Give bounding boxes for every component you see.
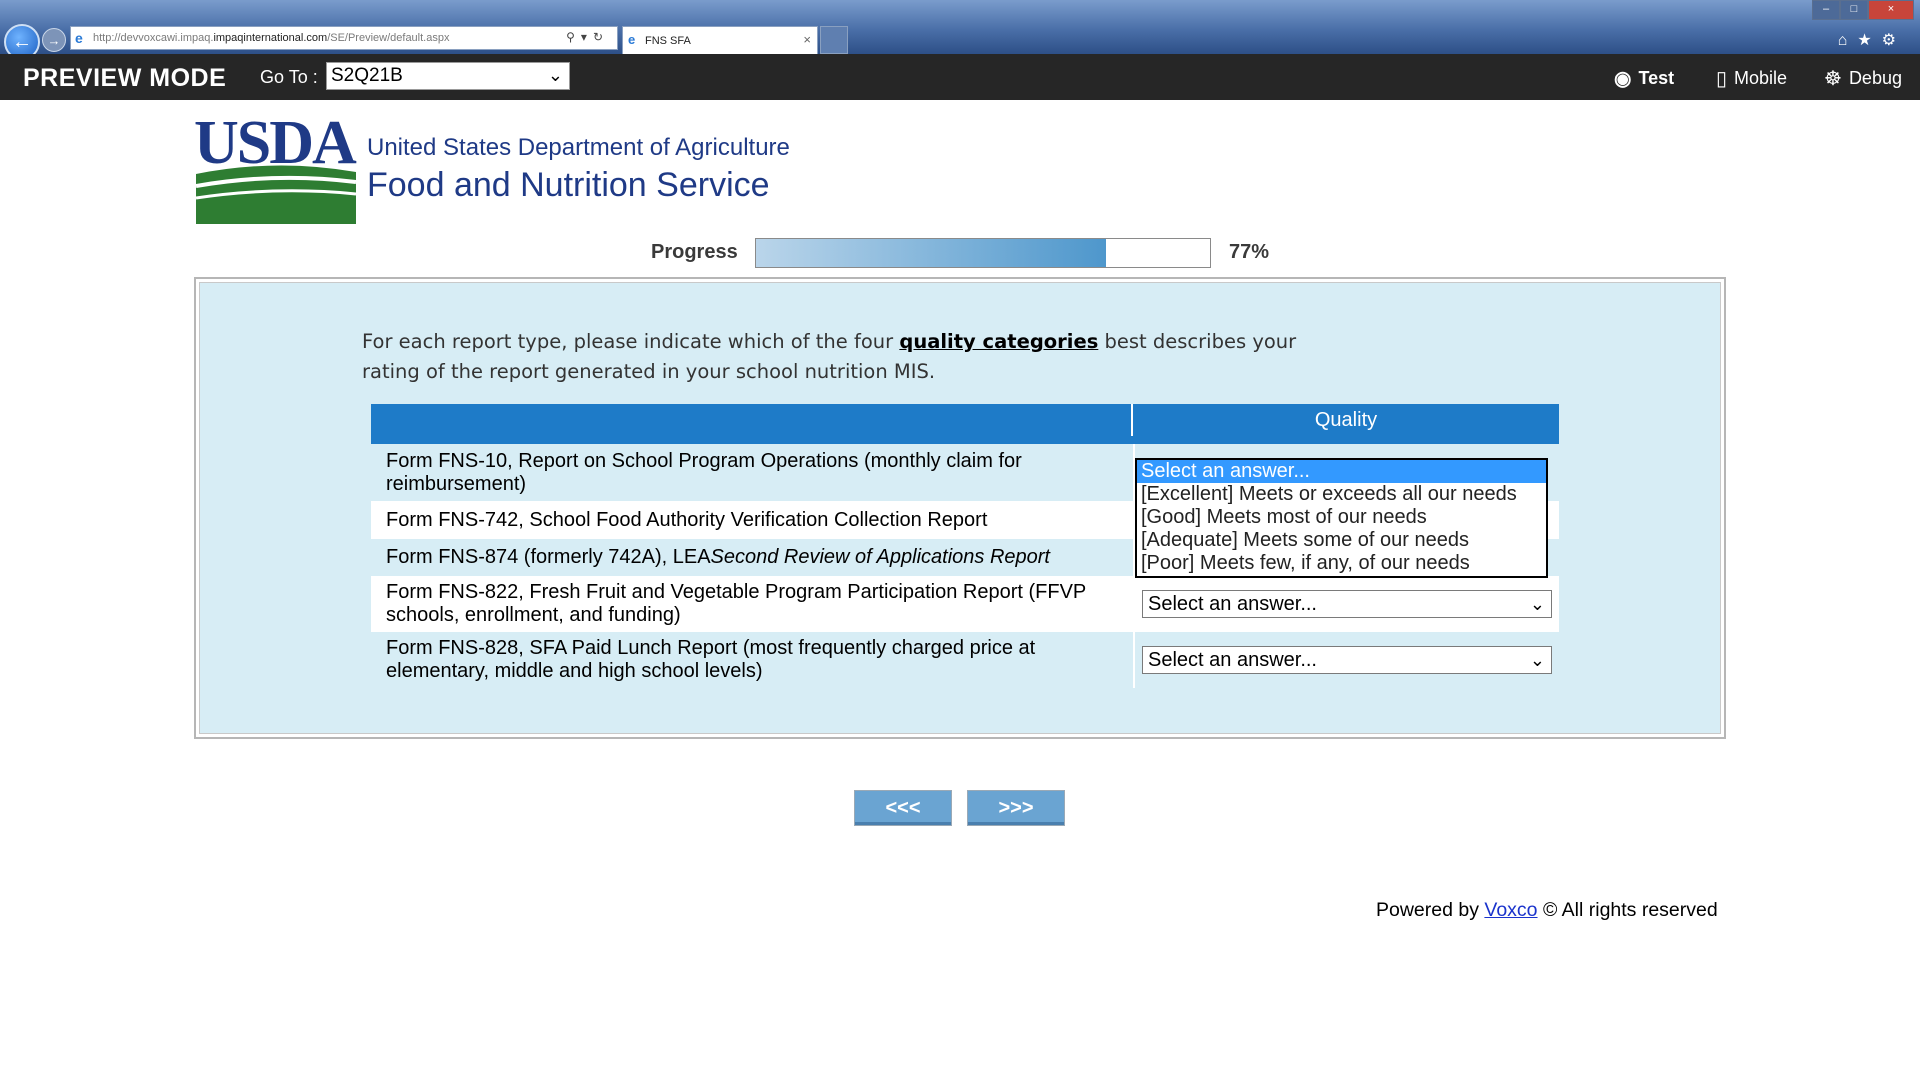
star-icon[interactable]: ★ — [1857, 32, 1881, 49]
quality-categories-link[interactable]: quality categories — [899, 330, 1098, 353]
rights-text: © All rights reserved — [1537, 899, 1718, 921]
url-prefix: http://devvoxcawi.impaq. — [93, 32, 214, 44]
goto-label: Go To : — [260, 67, 318, 87]
browser-toolbar-icons: ⌂★⚙ — [1838, 30, 1906, 50]
new-tab-button[interactable] — [820, 26, 848, 54]
next-button[interactable]: >>> — [967, 790, 1065, 826]
row-label: Form FNS-10, Report on School Program Op… — [371, 444, 1135, 501]
dropdown-option[interactable]: Select an answer... — [1137, 460, 1546, 483]
test-label: Test — [1638, 68, 1675, 88]
arrow-right-icon: → — [47, 32, 61, 48]
preview-toolbar: PREVIEW MODE Go To : S2Q21B ⌄ ◉ Test ▯ M… — [0, 54, 1920, 100]
eye-icon: ◉ — [1614, 68, 1632, 90]
progress-fill — [756, 239, 1106, 267]
home-icon[interactable]: ⌂ — [1838, 32, 1858, 49]
url-path: /SE/Preview/default.aspx — [327, 32, 450, 44]
progress-bar — [755, 238, 1211, 268]
progress-percent: 77% — [1229, 241, 1270, 263]
question-text-before: For each report type, please indicate wh… — [362, 330, 900, 353]
answer-select-fns-822[interactable]: Select an answer... ⌄ — [1142, 590, 1552, 618]
row-label-italic: Second Review of Applications Report — [710, 546, 1050, 568]
goto-value: S2Q21B — [331, 65, 403, 86]
forward-button[interactable]: → — [42, 28, 66, 52]
maximize-button[interactable]: □ — [1840, 0, 1868, 20]
voxco-link[interactable]: Voxco — [1484, 899, 1537, 921]
answer-select-value: Select an answer... — [1148, 649, 1317, 671]
debug-button[interactable]: ☸ Debug — [1824, 66, 1902, 91]
dropdown-option[interactable]: [Excellent] Meets or exceeds all our nee… — [1137, 483, 1546, 506]
mobile-label: Mobile — [1734, 68, 1788, 88]
usda-logo: USDA — [194, 109, 358, 226]
footer: Powered by Voxco © All rights reserved — [1376, 899, 1718, 922]
previous-button[interactable]: <<< — [854, 790, 952, 826]
gear-icon[interactable]: ⚙ — [1882, 32, 1906, 49]
grid-header-blank — [371, 404, 1133, 436]
row-label-prefix: Form FNS-874 (formerly 742A), LEA — [386, 546, 711, 568]
progress-label: Progress — [651, 241, 738, 263]
answer-select-value: Select an answer... — [1148, 593, 1317, 615]
table-row: Form FNS-828, SFA Paid Lunch Report (mos… — [371, 632, 1559, 688]
close-icon[interactable]: × — [803, 32, 811, 47]
row-label: Form FNS-874 (formerly 742A), LEA Second… — [371, 539, 1135, 576]
agency-name: United States Department of Agriculture — [367, 134, 790, 161]
chevron-down-icon: ⌄ — [1529, 650, 1545, 670]
goto-select[interactable]: S2Q21B ⌄ — [326, 62, 570, 90]
minimize-button[interactable]: – — [1812, 0, 1840, 20]
url-domain: impaqinternational.com — [213, 32, 328, 44]
ie-icon: e — [75, 30, 83, 46]
debug-label: Debug — [1848, 68, 1902, 88]
browser-chrome: ← → e http://devvoxcawi.impaq. impaqinter… — [0, 0, 1920, 60]
window-controls: – □ × — [1812, 0, 1914, 20]
row-label: Form FNS-742, School Food Authority Veri… — [371, 501, 1135, 539]
service-name: Food and Nutrition Service — [367, 166, 770, 204]
tab-title: FNS SFA — [645, 34, 691, 47]
chevron-down-icon: ⌄ — [547, 65, 563, 85]
row-answer-cell: Select an answer... ⌄ — [1135, 632, 1559, 688]
powered-by-text: Powered by — [1376, 899, 1485, 921]
answer-select-fns-828[interactable]: Select an answer... ⌄ — [1142, 646, 1552, 674]
mobile-button[interactable]: ▯ Mobile — [1716, 66, 1787, 91]
close-window-button[interactable]: × — [1868, 0, 1914, 20]
test-button[interactable]: ◉ Test — [1614, 66, 1674, 91]
browser-tab[interactable]: e FNS SFA × — [622, 26, 818, 54]
table-row: Form FNS-822, Fresh Fruit and Vegetable … — [371, 576, 1559, 632]
dropdown-option[interactable]: [Poor] Meets few, if any, of our needs — [1137, 552, 1546, 575]
bug-icon: ☸ — [1824, 68, 1842, 90]
usda-field-graphic — [196, 165, 356, 224]
arrow-left-icon: ← — [12, 30, 32, 53]
search-refresh-icons[interactable]: ⚲▾↻ — [566, 30, 609, 44]
dropdown-option[interactable]: [Good] Meets most of our needs — [1137, 506, 1546, 529]
row-answer-cell: Select an answer... ⌄ — [1135, 576, 1559, 632]
preview-mode-title: PREVIEW MODE — [23, 64, 227, 92]
question-text: For each report type, please indicate wh… — [362, 327, 1342, 387]
dropdown-option[interactable]: [Adequate] Meets some of our needs — [1137, 529, 1546, 552]
row-label: Form FNS-822, Fresh Fruit and Vegetable … — [371, 576, 1135, 632]
phone-icon: ▯ — [1716, 68, 1728, 90]
grid-header: Quality — [371, 404, 1559, 444]
quality-column-header: Quality — [1133, 404, 1559, 436]
ie-icon: e — [628, 32, 636, 47]
chevron-down-icon: ⌄ — [1529, 594, 1545, 614]
address-bar[interactable]: e http://devvoxcawi.impaq. impaqinternati… — [70, 26, 618, 50]
row-label: Form FNS-828, SFA Paid Lunch Report (mos… — [371, 632, 1135, 688]
answer-dropdown-listbox[interactable]: Select an answer... [Excellent] Meets or… — [1135, 458, 1548, 578]
